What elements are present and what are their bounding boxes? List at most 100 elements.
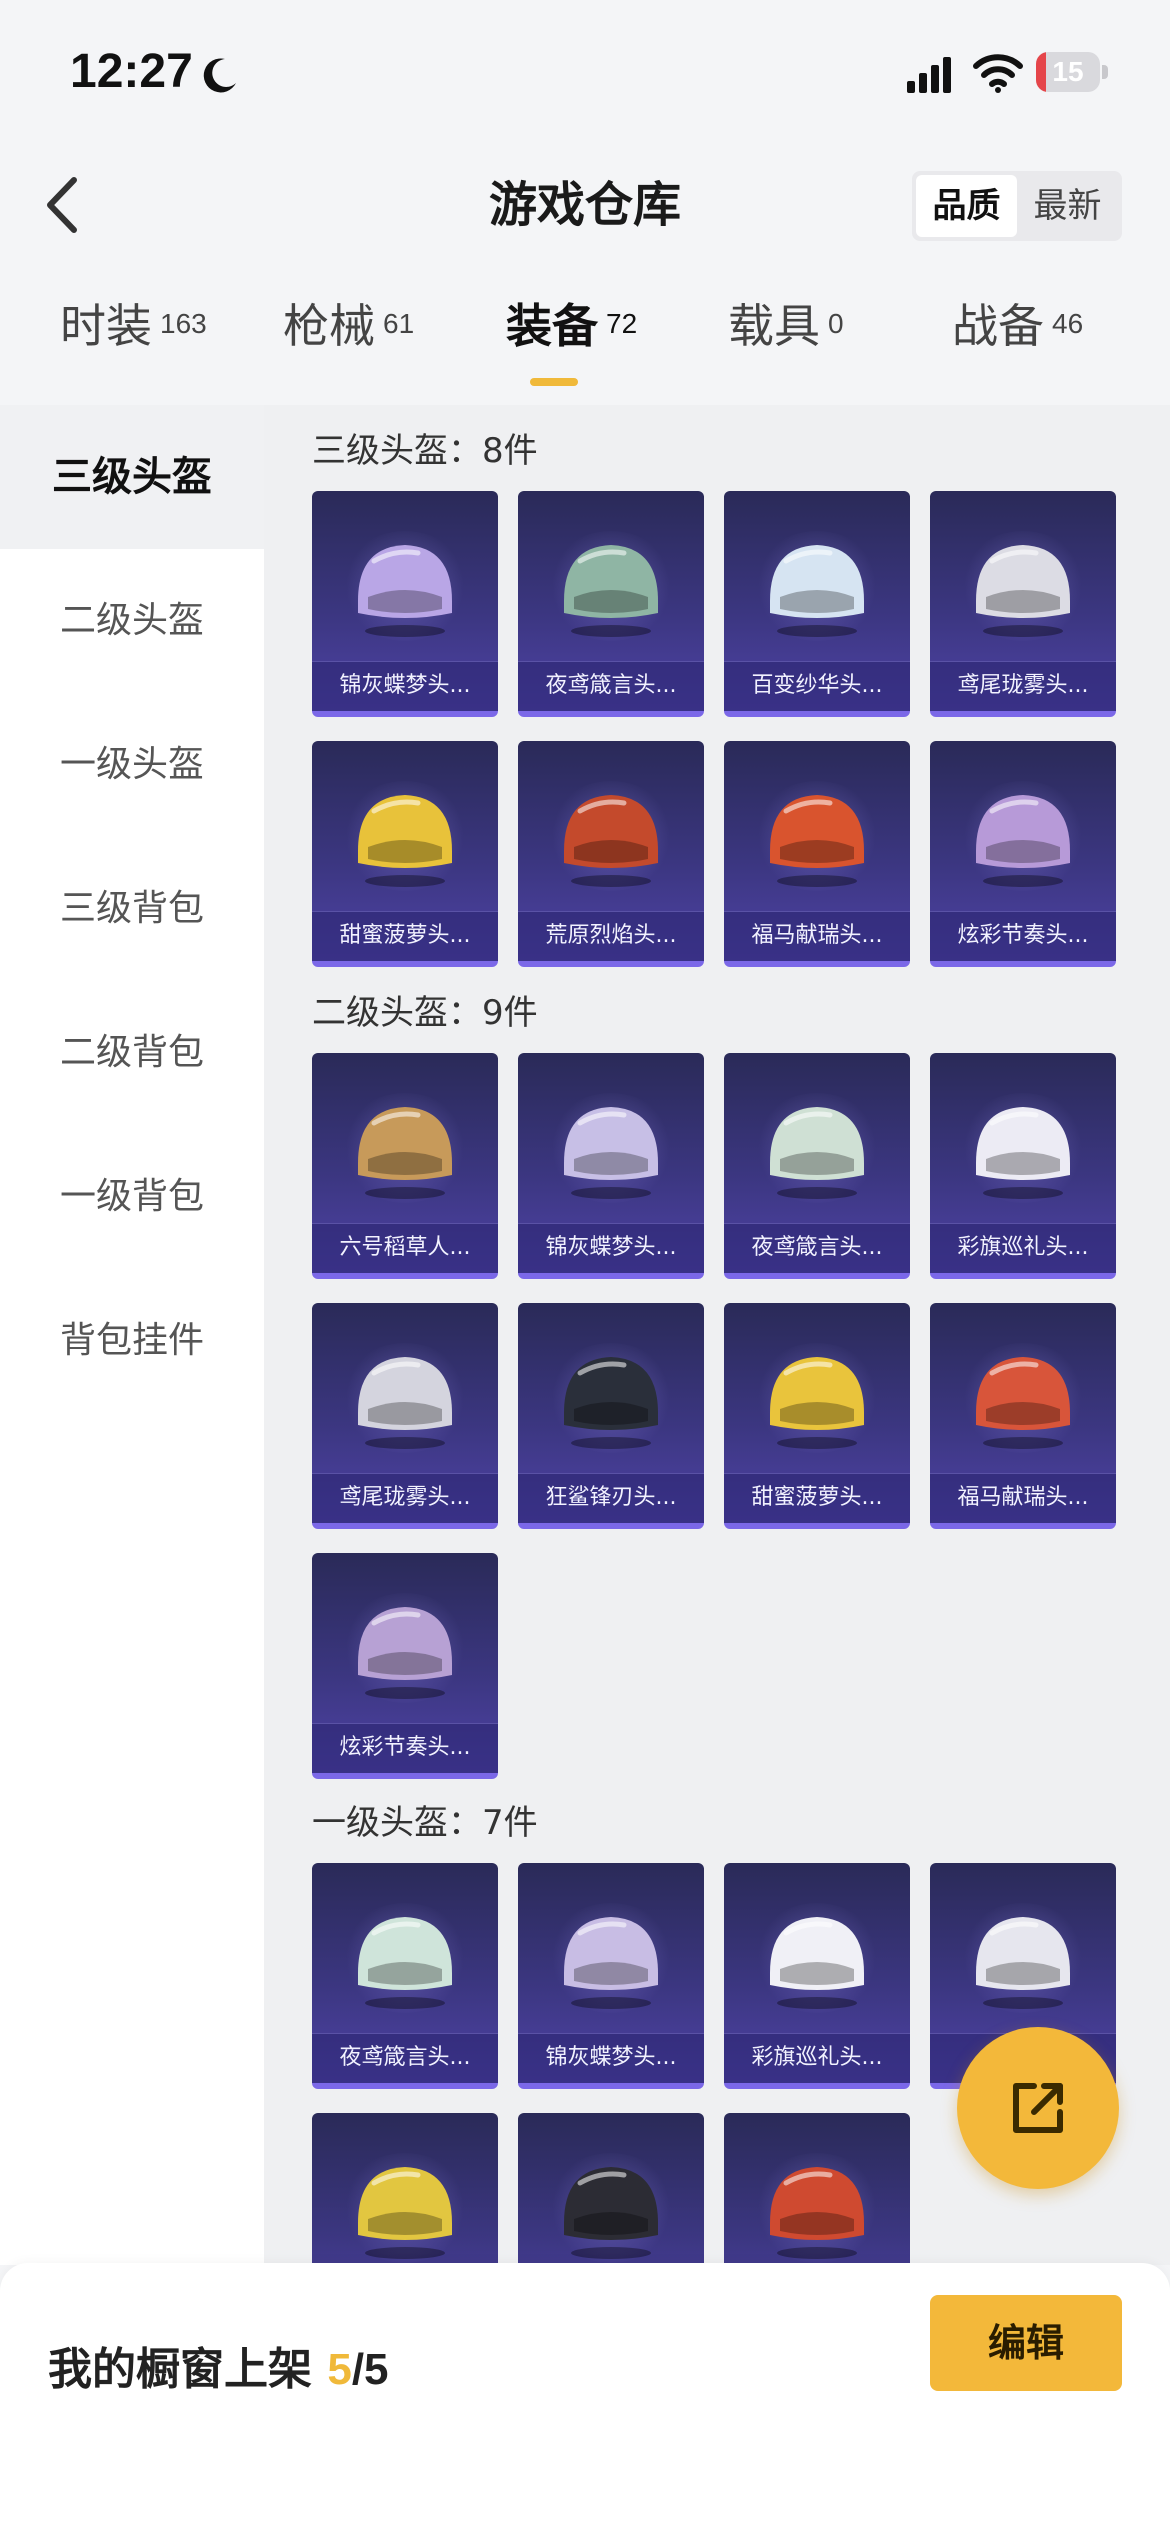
item-name: 甜蜜菠萝头... [339,923,471,948]
helmet-icon [358,1917,452,2009]
item-name: 百变纱华头... [751,673,883,698]
item-card[interactable]: 锦灰蝶梦头... [518,1053,704,1279]
sidebar-item-level3-helmet[interactable]: 三级头盔 [0,405,264,549]
item-name: 夜鸢箴言头... [751,1235,883,1260]
item-card[interactable]: 百变纱华头... [724,491,910,717]
item-card[interactable] [312,2113,498,2265]
helmet-icon [564,2167,658,2259]
item-card[interactable] [518,2113,704,2265]
item-card[interactable]: 福马献瑞头... [930,1303,1116,1529]
tab-count: 46 [1052,308,1084,339]
helmet-icon [976,1917,1070,2009]
item-card[interactable]: 炫彩节奏头... [930,741,1116,967]
helmet-icon [976,795,1070,887]
wifi-icon [973,54,1023,93]
item-name: 荒原烈焰头... [545,923,677,948]
helmet-icon [770,545,864,637]
item-card[interactable]: 炫彩节奏头... [312,1553,498,1779]
item-name: 六号稻草人... [339,1235,471,1260]
tab-equipment[interactable]: 装备 72 [506,290,637,390]
tab-count: 61 [383,308,415,339]
share-icon [1013,2083,1063,2133]
helmet-icon [976,1107,1070,1199]
item-card[interactable]: 夜鸢箴言头... [724,1053,910,1279]
share-button[interactable] [957,2027,1119,2189]
item-card[interactable]: 彩旗巡礼头... [724,1863,910,2089]
helmet-icon [564,1357,658,1449]
moon-icon [203,58,236,93]
status-bar: 12:27 15 [0,0,1170,150]
tab-vehicles[interactable]: 载具 0 [728,290,844,390]
item-card[interactable]: 鸢尾珑雾头... [312,1303,498,1529]
item-name: 鸢尾珑雾头... [339,1485,471,1510]
item-name: 彩旗巡礼头... [751,2045,883,2070]
item-name: 锦灰蝶梦头... [545,1235,677,1260]
item-card[interactable]: 福马献瑞头... [724,741,910,967]
helmet-icon [976,1357,1070,1449]
item-card[interactable]: 夜鸢箴言头... [312,1863,498,2089]
section-title: 一级头盔：7件 [312,1803,538,1843]
status-time: 12:27 [70,45,193,98]
sort-newest-button[interactable]: 最新 [1017,175,1118,237]
helmet-icon [770,1357,864,1449]
item-card[interactable]: 彩旗巡礼头... [930,1053,1116,1279]
helmet-icon [564,1107,658,1199]
item-card[interactable]: 荒原烈焰头... [518,741,704,967]
helmet-icon [564,545,658,637]
item-card[interactable]: 六号稻草人... [312,1053,498,1279]
edit-button[interactable]: 编辑 [930,2295,1122,2391]
helmet-icon [358,1107,452,1199]
cellular-signal-icon [907,57,951,93]
sort-toggle: 品质 最新 [912,171,1122,241]
shelf-status: 我的橱窗上架 5/5 [48,2333,389,2397]
sidebar: 三级头盔 二级头盔 一级头盔 三级背包 二级背包 一级背包 背包挂件 [0,405,264,2265]
tab-label: 枪械 [283,299,375,353]
helmet-icon [770,795,864,887]
item-card[interactable]: 锦灰蝶梦头... [518,1863,704,2089]
item-card[interactable]: 夜鸢箴言头... [518,491,704,717]
sidebar-item-level3-backpack[interactable]: 三级背包 [0,837,264,981]
sidebar-item-backpack-charm[interactable]: 背包挂件 [0,1269,264,1413]
item-grid: 三级头盔：8件锦灰蝶梦头... 夜鸢箴言头... 百变纱华头... 鸢尾珑雾头... 甜… [264,405,1170,2265]
sort-quality-button[interactable]: 品质 [916,175,1017,237]
sidebar-item-level2-backpack[interactable]: 二级背包 [0,981,264,1125]
helmet-icon [770,1917,864,2009]
item-card[interactable]: 狂鲨锋刃头... [518,1303,704,1529]
sidebar-item-level2-helmet[interactable]: 二级头盔 [0,549,264,693]
item-name: 炫彩节奏头... [339,1735,471,1760]
section-title: 二级头盔：9件 [312,993,538,1033]
item-card[interactable]: 鸢尾珑雾头... [930,491,1116,717]
item-name: 锦灰蝶梦头... [545,2045,677,2070]
tab-label: 战备 [952,299,1044,353]
tab-weapons[interactable]: 枪械 61 [283,290,414,390]
item-name: 夜鸢箴言头... [339,2045,471,2070]
helmet-icon [358,795,452,887]
item-name: 福马献瑞头... [751,923,883,948]
tab-count: 72 [606,308,638,339]
tab-count: 0 [828,308,844,339]
battery-icon: 15 [1036,52,1108,92]
item-name: 夜鸢箴言头... [545,673,677,698]
tab-label: 装备 [506,299,598,353]
tab-label: 载具 [728,299,820,353]
category-tabs: 时装 163 枪械 61 装备 72 载具 0 战备 46 [0,290,1170,400]
tab-fashion[interactable]: 时装 163 [60,290,207,390]
item-name: 狂鲨锋刃头... [545,1485,677,1510]
helmet-icon [358,2167,452,2259]
tab-battle-gear[interactable]: 战备 46 [952,290,1083,390]
sidebar-item-level1-backpack[interactable]: 一级背包 [0,1125,264,1269]
helmet-icon [976,545,1070,637]
active-tab-indicator [530,378,578,386]
helmet-icon [358,1357,452,1449]
sidebar-item-level1-helmet[interactable]: 一级头盔 [0,693,264,837]
item-card[interactable]: 甜蜜菠萝头... [312,741,498,967]
section-title: 三级头盔：8件 [312,431,538,471]
item-card[interactable]: 甜蜜菠萝头... [724,1303,910,1529]
item-name: 甜蜜菠萝头... [751,1485,883,1510]
item-card[interactable] [724,2113,910,2265]
helmet-icon [770,2167,864,2259]
item-name: 炫彩节奏头... [957,923,1089,948]
battery-percent: 15 [1052,56,1084,87]
tab-label: 时装 [60,299,152,353]
item-card[interactable]: 锦灰蝶梦头... [312,491,498,717]
